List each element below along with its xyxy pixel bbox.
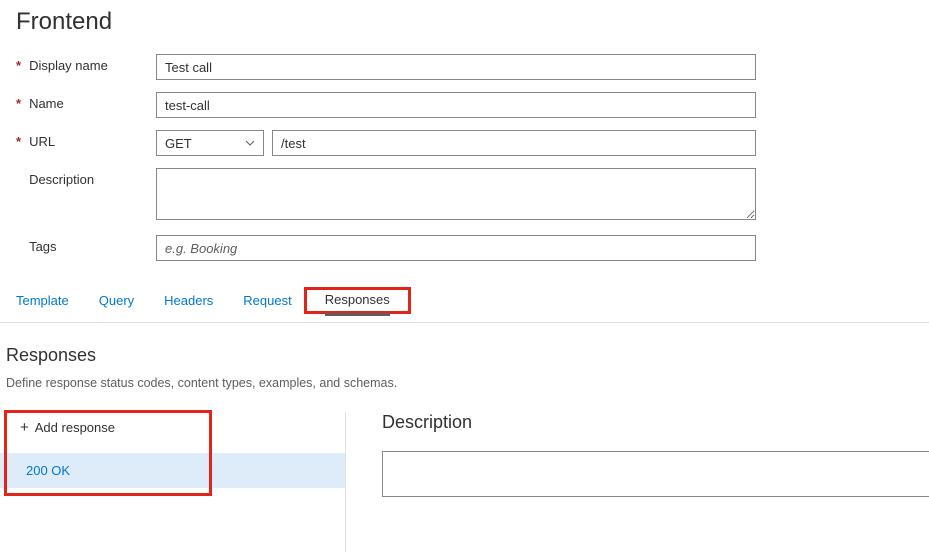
select-http-method[interactable]: GET xyxy=(156,130,264,156)
add-response-label: Add response xyxy=(35,420,115,435)
responses-section-title: Responses xyxy=(6,345,929,366)
required-star: * xyxy=(16,134,21,149)
page-title: Frontend xyxy=(16,8,929,36)
label-url: URL xyxy=(29,134,55,149)
input-name[interactable] xyxy=(156,92,756,118)
label-description: Description xyxy=(29,172,94,187)
tab-template[interactable]: Template xyxy=(16,289,69,312)
responses-subtitle: Define response status codes, content ty… xyxy=(6,376,929,390)
response-detail: Description xyxy=(345,412,929,552)
label-display-name: Display name xyxy=(29,58,108,73)
tab-responses[interactable]: Responses xyxy=(325,288,390,316)
label-name: Name xyxy=(29,96,64,111)
response-description-label: Description xyxy=(382,412,929,433)
responses-layout: + Add response 200 OK Description xyxy=(0,412,929,552)
row-description: * Description xyxy=(0,168,929,223)
input-display-name[interactable] xyxy=(156,54,756,80)
label-tags: Tags xyxy=(29,239,56,254)
method-value: GET xyxy=(165,136,192,151)
required-star: * xyxy=(16,58,21,73)
tabs-row: Template Query Headers Request Responses xyxy=(0,273,929,323)
highlight-box-tab: Responses xyxy=(304,287,411,314)
chevron-down-icon xyxy=(245,138,255,148)
tab-headers[interactable]: Headers xyxy=(164,289,213,312)
tab-request[interactable]: Request xyxy=(243,289,291,312)
row-url: * URL GET xyxy=(0,130,929,156)
input-url-path[interactable] xyxy=(272,130,756,156)
response-description-textarea[interactable] xyxy=(382,451,929,497)
add-response-button[interactable]: + Add response xyxy=(0,412,345,443)
tab-query[interactable]: Query xyxy=(99,289,134,312)
row-name: * Name xyxy=(0,92,929,118)
row-tags: * Tags xyxy=(0,235,929,261)
plus-icon: + xyxy=(20,420,29,435)
required-star: * xyxy=(16,96,21,111)
response-item-200[interactable]: 200 OK xyxy=(0,453,345,488)
responses-list: + Add response 200 OK xyxy=(0,412,345,488)
row-display-name: * Display name xyxy=(0,54,929,80)
textarea-description[interactable] xyxy=(156,168,756,220)
input-tags[interactable] xyxy=(156,235,756,261)
